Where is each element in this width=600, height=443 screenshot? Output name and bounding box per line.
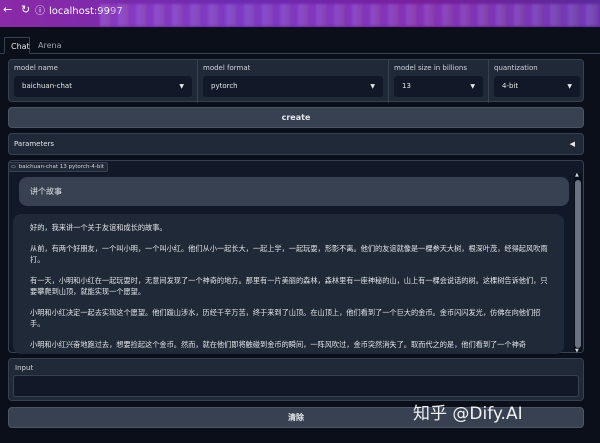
scroll-down-icon[interactable]: ▼: [575, 348, 579, 354]
model-format-value: pytorch: [211, 82, 238, 90]
obscured-region: [100, 4, 600, 26]
message-input[interactable]: [13, 375, 579, 397]
chat-scrollbar[interactable]: ▲ ▼: [574, 172, 582, 354]
watermark: 知乎 @Dify.AI: [413, 404, 523, 424]
input-panel: Input: [8, 358, 584, 401]
bot-message: 好的，我来讲一个关于友谊和成长的故事。 从前，有两个好朋友，一个叫小明，一个叫小…: [13, 214, 564, 354]
bot-paragraph: 小明和小红决定一起去实现这个愿望。他们跋山涉水，历经千辛万苦，终于来到了山顶。在…: [30, 308, 541, 328]
chevron-down-icon: ▼: [370, 83, 375, 90]
quantization-value: 4-bit: [502, 82, 519, 90]
bot-paragraph: 从前，有两个好朋友，一个叫小明，一个叫小红。他们从小一起长大，一起上学，一起玩耍…: [30, 244, 548, 264]
model-name-label: model name: [14, 64, 58, 72]
tab-bar: Chat Arena: [0, 37, 600, 54]
scrollbar-thumb[interactable]: [575, 180, 581, 348]
quantization-field: quantization 4-bit ▼: [489, 60, 585, 103]
model-format-dropdown[interactable]: pytorch ▼: [203, 76, 383, 97]
user-message: 讲个故事: [19, 177, 569, 206]
tab-chat[interactable]: Chat: [4, 37, 30, 54]
parameters-accordion[interactable]: Parameters ◀: [8, 133, 584, 155]
model-name-dropdown[interactable]: baichuan-chat ▼: [14, 76, 192, 97]
chevron-down-icon: ▼: [179, 83, 184, 90]
scroll-up-icon[interactable]: ▲: [575, 172, 579, 178]
chatbot-label: ▭ baichuan-chat 13 pytorch-4-bit: [8, 162, 109, 172]
quantization-label: quantization: [494, 64, 538, 72]
chevron-down-icon: ▼: [567, 83, 572, 90]
bot-paragraph: 好的，我来讲一个关于友谊和成长的故事。: [30, 223, 167, 232]
create-button[interactable]: create: [8, 107, 584, 128]
site-info-icon[interactable]: ⓘ: [35, 2, 45, 17]
model-format-label: model format: [203, 64, 251, 72]
quantization-dropdown[interactable]: 4-bit ▼: [494, 76, 580, 97]
model-name-value: baichuan-chat: [22, 82, 72, 90]
model-size-label: model size in billions: [394, 64, 468, 72]
parameters-label: Parameters: [14, 140, 55, 148]
browser-toolbar: ← ↻ ⓘ localhost:9997: [0, 0, 600, 27]
bot-paragraph: 小明和小红兴奋地跑过去，想要捡起这个金币。然而，就在他们即将触碰到金币的瞬间，一…: [30, 340, 526, 349]
model-format-field: model format pytorch ▼: [198, 60, 389, 103]
chat-icon: ▭: [11, 164, 16, 170]
model-size-value: 13: [402, 82, 411, 90]
model-name-field: model name baichuan-chat ▼: [9, 60, 198, 103]
model-config-panel: model name baichuan-chat ▼ model format …: [8, 59, 585, 103]
chatbot-label-text: baichuan-chat 13 pytorch-4-bit: [18, 164, 105, 170]
back-icon[interactable]: ←: [3, 3, 12, 16]
refresh-icon[interactable]: ↻: [21, 3, 30, 16]
triangle-left-icon: ◀: [569, 140, 575, 148]
bot-paragraph: 有一天，小明和小红在一起玩耍时，无意间发现了一个神奇的地方。那里有一片美丽的森林…: [30, 276, 548, 296]
input-label: Input: [15, 364, 34, 372]
chevron-down-icon: ▼: [470, 83, 475, 90]
tab-arena[interactable]: Arena: [32, 37, 67, 54]
model-size-field: model size in billions 13 ▼: [389, 60, 489, 103]
model-size-dropdown[interactable]: 13 ▼: [394, 76, 483, 97]
